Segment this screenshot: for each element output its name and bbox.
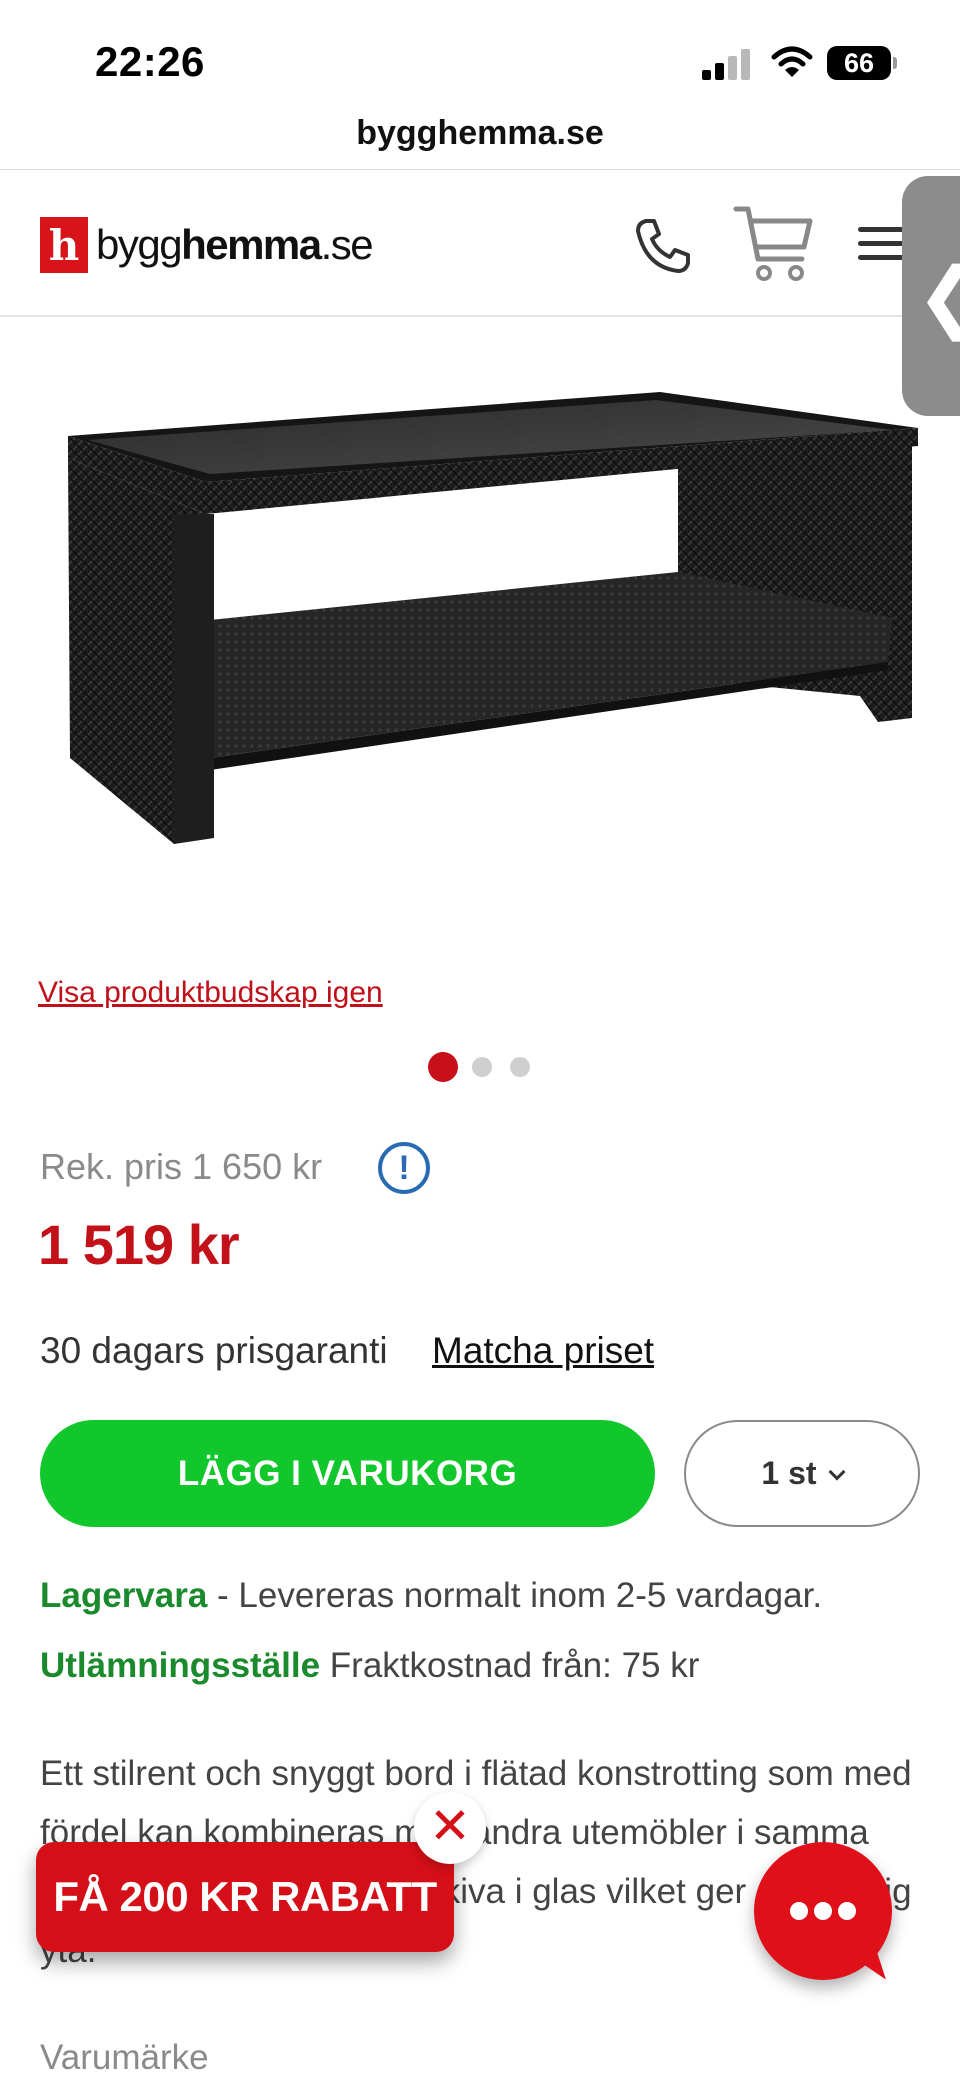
close-icon[interactable]: ✕ <box>414 1792 486 1864</box>
battery-tip <box>893 57 897 69</box>
pickup-info: Utlämningsställe Fraktkostnad från: 75 k… <box>40 1646 699 1686</box>
show-product-message-link[interactable]: Visa produktbudskap igen <box>38 976 383 1010</box>
chat-bubble-tail <box>840 1937 886 1991</box>
url-text: bygghemma.se <box>356 114 604 152</box>
stock-label: Lagervara <box>40 1576 208 1615</box>
wifi-icon <box>771 46 813 77</box>
chat-dot <box>790 1902 808 1920</box>
gallery-dot-1[interactable] <box>428 1052 458 1082</box>
stock-status: Lagervara - Levereras normalt inom 2-5 v… <box>40 1576 822 1616</box>
site-header: h bygghemma.se <box>0 171 960 317</box>
chat-dot <box>814 1902 832 1920</box>
signal-icon <box>702 48 752 80</box>
logo-mark: h <box>40 217 88 273</box>
chat-button[interactable] <box>754 1842 892 1991</box>
menu-icon[interactable] <box>858 221 904 267</box>
site-logo[interactable]: h bygghemma.se <box>40 217 374 273</box>
brand-label: Varumärke <box>40 2038 209 2077</box>
gallery-dot-3[interactable] <box>510 1057 530 1077</box>
info-icon[interactable]: ! <box>378 1142 430 1194</box>
pickup-text: Fraktkostnad från: 75 kr <box>320 1646 700 1685</box>
pickup-label[interactable]: Utlämningsställe <box>40 1646 320 1685</box>
phone-icon[interactable] <box>632 215 694 277</box>
stock-text: - Levereras normalt inom 2-5 vardagar. <box>207 1576 823 1615</box>
chat-dot <box>838 1902 856 1920</box>
quantity-value: 1 st <box>761 1455 817 1491</box>
chevron-down-icon <box>828 1463 846 1481</box>
add-to-cart-button[interactable]: LÄGG I VARUKORG <box>40 1420 655 1527</box>
logo-text: bygghemma.se <box>96 221 374 268</box>
status-bar: 22:26 66 <box>0 0 960 100</box>
cart-icon[interactable] <box>732 201 816 285</box>
battery-icon: 66 <box>827 46 891 80</box>
product-price: 1 519 kr <box>38 1213 240 1276</box>
gallery-dot-2[interactable] <box>472 1057 492 1077</box>
browser-url-bar[interactable]: bygghemma.se <box>0 100 960 170</box>
recommended-price: Rek. pris 1 650 kr <box>40 1146 323 1187</box>
status-time: 22:26 <box>95 38 205 85</box>
gallery-pagination <box>428 1052 548 1082</box>
price-guarantee-text: 30 dagars prisgaranti <box>40 1330 388 1371</box>
match-price-link[interactable]: Matcha priset <box>432 1330 654 1372</box>
quantity-select[interactable]: 1 st <box>684 1420 920 1527</box>
product-image[interactable] <box>0 318 960 918</box>
discount-promo-button[interactable]: FÅ 200 KR RABATT <box>36 1842 454 1952</box>
